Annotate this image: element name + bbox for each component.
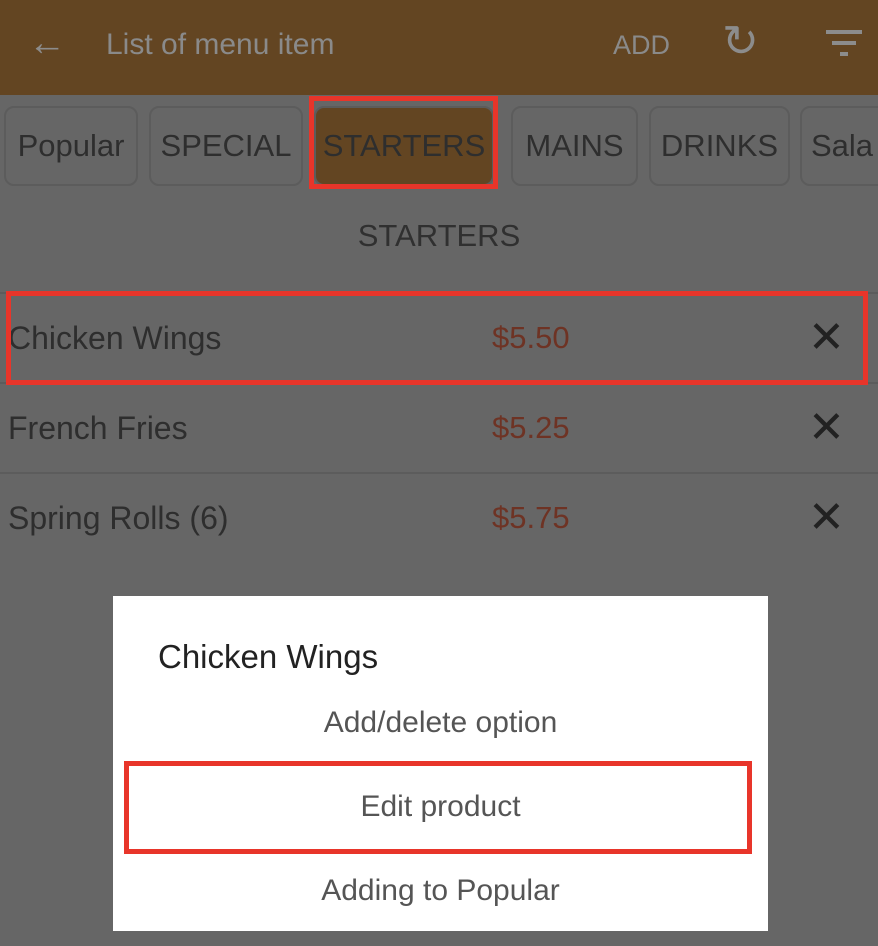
list-item[interactable]: Spring Rolls (6) $5.75 ✕	[0, 472, 878, 562]
item-price: $5.25	[492, 410, 570, 445]
item-price: $5.50	[492, 320, 570, 355]
item-price: $5.75	[492, 500, 570, 535]
tab-salads[interactable]: Sala	[800, 106, 878, 186]
close-icon[interactable]: ✕	[808, 312, 845, 363]
tab-special[interactable]: SPECIAL	[149, 106, 303, 186]
item-name: Spring Rolls (6)	[8, 500, 229, 536]
close-icon[interactable]: ✕	[808, 402, 845, 453]
item-name: Chicken Wings	[8, 320, 222, 356]
filter-icon[interactable]	[826, 30, 862, 63]
edit-product-item[interactable]: Edit product	[113, 790, 768, 824]
add-delete-option-item[interactable]: Add/delete option	[113, 706, 768, 740]
category-tabs: Popular SPECIAL STARTERS MAINS DRINKS Sa…	[0, 95, 878, 200]
list-item[interactable]: French Fries $5.25 ✕	[0, 382, 878, 472]
page-title: List of menu item	[106, 28, 335, 61]
item-options-dialog: Chicken Wings Add/delete option Edit pro…	[113, 596, 768, 931]
tab-drinks[interactable]: DRINKS	[649, 106, 790, 186]
item-name: French Fries	[8, 410, 188, 446]
tab-mains[interactable]: MAINS	[511, 106, 638, 186]
refresh-icon[interactable]: ↻	[722, 16, 759, 67]
add-to-popular-item[interactable]: Adding to Popular	[113, 874, 768, 908]
dialog-title: Chicken Wings	[158, 638, 379, 675]
add-button[interactable]: ADD	[613, 30, 670, 61]
close-icon[interactable]: ✕	[808, 492, 845, 543]
tab-popular[interactable]: Popular	[4, 106, 138, 186]
tab-starters[interactable]: STARTERS	[314, 106, 494, 186]
app-bar: ← List of menu item ADD ↻	[0, 0, 878, 95]
list-item[interactable]: Chicken Wings $5.50 ✕	[0, 292, 878, 382]
arrow-left-icon[interactable]: ←	[28, 22, 66, 65]
section-title: STARTERS	[357, 218, 521, 253]
